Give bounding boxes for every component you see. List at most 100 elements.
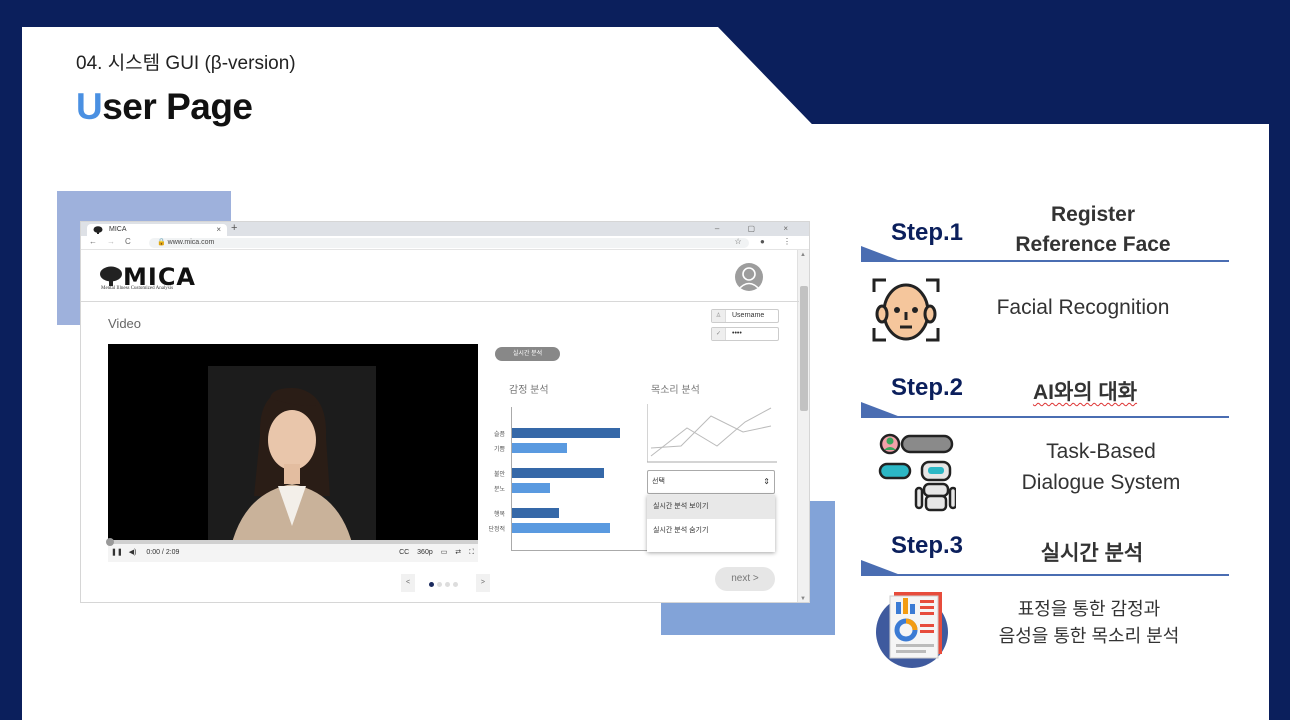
bar (512, 428, 620, 438)
miniplayer-icon[interactable]: ▭ (441, 549, 448, 556)
video-label: Video (108, 316, 142, 331)
bar (512, 483, 550, 493)
bar-label: 분노 (493, 487, 505, 493)
window-controls[interactable]: – ▢ × (715, 222, 801, 235)
pager-dot[interactable] (429, 582, 435, 587)
step3-desc-line2: 음성을 통한 목소리 분석 (998, 626, 1180, 646)
analysis-dropdown: 실시간 분석 보이기 실시간 분석 숨기기 (647, 495, 775, 552)
select-arrows-icon: ⇕ (763, 477, 770, 486)
pager-dots (429, 574, 461, 592)
volume-icon[interactable]: ◀) (129, 549, 137, 556)
pager: < > (401, 574, 490, 592)
pager-dot[interactable] (437, 582, 443, 587)
step2-desc: Task-Based Dialogue System (1000, 436, 1202, 498)
step1-desc: Facial Recognition (996, 296, 1170, 319)
new-tab-button[interactable]: + (231, 222, 237, 235)
video-controls-right: CC 360p ▭ ⇄ ⛶ (399, 548, 474, 557)
video-controls-left: ❚❚ ◀) 0:00 / 2:09 (111, 548, 179, 556)
favicon-icon (93, 226, 103, 234)
title-accent-letter: U (76, 86, 103, 127)
address-bar: ← → C 🔒 www.mica.com ☆ ● ⋮ (81, 236, 809, 250)
username-field[interactable]: ♙ Username (711, 309, 779, 323)
bar (512, 468, 604, 478)
realtime-badge[interactable]: 실시간 분석 (495, 347, 560, 361)
next-button[interactable]: next > (715, 567, 775, 591)
face-scan-icon (868, 272, 944, 353)
analysis-select[interactable]: 선택 ⇕ (647, 470, 775, 494)
login-box: ♙ Username ✓ •••• (711, 309, 779, 345)
cast-icon[interactable]: ⇄ (455, 549, 461, 556)
pager-dot[interactable] (453, 582, 459, 587)
dropdown-option-show[interactable]: 실시간 분석 보이기 (647, 495, 775, 519)
pause-icon[interactable]: ❚❚ (111, 549, 123, 556)
bar (512, 443, 567, 453)
browser-tab[interactable]: MICA × (87, 224, 227, 236)
fullscreen-icon[interactable]: ⛶ (469, 549, 474, 556)
scroll-down-icon[interactable]: ▼ (800, 596, 806, 602)
step1-underline (861, 260, 1229, 262)
page-scrollbar[interactable]: ▲ ▼ (797, 250, 809, 602)
tab-close-icon[interactable]: × (216, 224, 221, 236)
step3-desc: 표정을 통한 감정과 음성을 통한 목소리 분석 (978, 596, 1200, 650)
bar-label: 기쁨 (493, 447, 505, 453)
person-video-image (208, 366, 376, 562)
user-avatar[interactable] (735, 263, 763, 291)
bar-label: 슬픔 (493, 432, 505, 438)
video-controls: ❚❚ ◀) 0:00 / 2:09 CC 360p ▭ ⇄ ⛶ (106, 538, 478, 562)
step2-desc-line2: Dialogue System (1021, 471, 1181, 494)
step2-desc-line1: Task-Based (1046, 440, 1156, 463)
scroll-thumb[interactable] (800, 286, 808, 411)
pager-next-button[interactable]: > (475, 574, 490, 592)
password-value: •••• (732, 330, 742, 337)
step2-underline (861, 416, 1229, 418)
header-divider (81, 301, 799, 302)
bar-label: 불안 (493, 472, 505, 478)
pager-dot[interactable] (445, 582, 451, 587)
step1-title: Register Reference Face (1015, 203, 1171, 256)
bar-chart-y-axis (511, 407, 512, 550)
title-rest: ser Page (102, 86, 253, 127)
tab-bar: MICA × + – ▢ × (81, 222, 809, 236)
bar-label: 행복 (493, 512, 505, 518)
captions-icon[interactable]: CC (399, 549, 409, 556)
corner-decoration (718, 27, 1270, 124)
emotion-panel-title: 감정 분석 (509, 385, 549, 396)
video-progress-bar[interactable] (106, 538, 478, 546)
browser-window: MICA × + – ▢ × ← → C 🔒 www.mica.com ☆ ● … (80, 221, 810, 603)
section-label: 04. 시스템 GUI (β-version) (76, 53, 296, 74)
page-title: User Page (76, 86, 253, 128)
scroll-up-icon[interactable]: ▲ (800, 252, 806, 258)
step1-number: Step.1 (891, 219, 964, 246)
step1-triangle (861, 246, 903, 262)
url-text: www.mica.com (167, 239, 215, 246)
tab-title: MICA (109, 226, 127, 233)
password-field[interactable]: ✓ •••• (711, 327, 779, 341)
step3-number: Step.3 (891, 532, 964, 559)
url-field[interactable]: 🔒 www.mica.com (149, 238, 749, 248)
back-icon[interactable]: ← (89, 237, 97, 246)
pager-prev-button[interactable]: < (401, 574, 415, 592)
forward-icon[interactable]: → (107, 237, 115, 246)
dropdown-option-hide[interactable]: 실시간 분석 숨기기 (647, 519, 775, 543)
step3-underline (861, 574, 1229, 576)
address-bar-icons[interactable]: ☆ ● ⋮ (735, 237, 799, 246)
step2-title: AI와의 대화 (1010, 376, 1160, 406)
voice-line-chart (647, 404, 777, 463)
step2-triangle (861, 402, 903, 418)
key-field-icon: ✓ (712, 328, 726, 340)
step2-number: Step.2 (891, 374, 964, 401)
logo-tree-icon (100, 266, 122, 286)
quality-label[interactable]: 360p (417, 549, 433, 556)
video-player[interactable] (108, 344, 478, 562)
reload-icon[interactable]: C (125, 237, 131, 246)
report-icon (874, 590, 952, 675)
user-field-icon: ♙ (712, 310, 726, 322)
progress-handle[interactable] (106, 538, 114, 546)
select-value: 선택 (652, 478, 665, 485)
step3-title: 실시간 분석 (1040, 542, 1144, 565)
robot-chat-icon (878, 432, 958, 517)
logo-subtitle: Mental Illness Customized Analysis (101, 286, 174, 291)
step3-triangle (861, 560, 903, 576)
video-time: 0:00 / 2:09 (146, 549, 180, 556)
bar (512, 523, 610, 533)
